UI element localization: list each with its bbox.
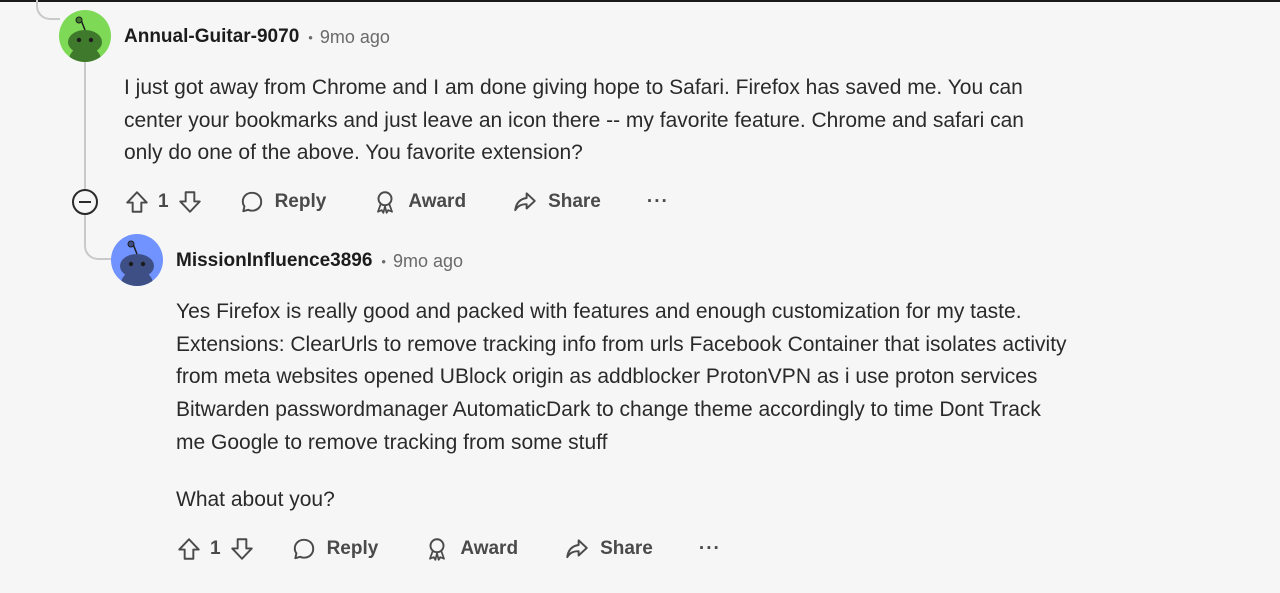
top-divider bbox=[0, 0, 1280, 2]
award-label: Award bbox=[408, 191, 467, 212]
snoo-avatar-icon bbox=[111, 234, 163, 286]
collapse-thread-button[interactable] bbox=[72, 189, 98, 215]
comment-body: Yes Firefox is really good and packed wi… bbox=[176, 296, 1256, 460]
award-icon bbox=[377, 191, 394, 214]
thread-connector-reply bbox=[84, 214, 112, 260]
award-label: Award bbox=[460, 538, 519, 559]
upvote-arrow-icon bbox=[178, 538, 200, 560]
thread-line-parent[interactable] bbox=[84, 62, 86, 190]
comment-line: Extensions: ClearUrls to remove tracking… bbox=[176, 332, 1067, 356]
share-button[interactable]: Share bbox=[564, 536, 653, 562]
reply-button[interactable]: Reply bbox=[239, 189, 327, 215]
comment-meta: Annual-Guitar-9070 • 9mo ago bbox=[124, 24, 390, 50]
downvote-button[interactable] bbox=[229, 536, 255, 562]
comment-line: What about you? bbox=[176, 488, 335, 511]
comment-line: me Google to remove tracking from some s… bbox=[176, 430, 608, 454]
timestamp[interactable]: 9mo ago bbox=[320, 27, 390, 48]
more-options-button[interactable]: ··· bbox=[647, 191, 669, 213]
downvote-button[interactable] bbox=[177, 189, 203, 215]
share-label: Share bbox=[548, 191, 601, 212]
comment-line: center your bookmarks and just leave an … bbox=[124, 108, 1024, 132]
username[interactable]: Annual-Guitar-9070 bbox=[124, 26, 299, 48]
snoo-avatar-icon bbox=[59, 10, 111, 62]
meta-separator: • bbox=[381, 253, 386, 269]
thread-connector-top bbox=[36, 0, 60, 20]
share-arrow-icon bbox=[566, 539, 588, 559]
reply-bubble-icon bbox=[241, 191, 262, 213]
comment-line: from meta websites opened UBlock origin … bbox=[176, 365, 1038, 389]
share-label: Share bbox=[600, 538, 653, 559]
comment-actions: 1 Reply Award Share ··· bbox=[176, 531, 721, 567]
share-arrow-icon bbox=[514, 192, 536, 212]
username[interactable]: MissionInfluence3896 bbox=[176, 250, 372, 272]
reply-bubble-icon bbox=[293, 538, 314, 560]
upvote-button[interactable] bbox=[176, 536, 202, 562]
reply-label: Reply bbox=[274, 191, 327, 212]
comment-line: Yes Firefox is really good and packed wi… bbox=[176, 300, 1022, 323]
share-button[interactable]: Share bbox=[512, 189, 601, 215]
comment-line: I just got away from Chrome and I am don… bbox=[124, 76, 1023, 99]
more-options-icon: ··· bbox=[646, 191, 669, 212]
vote-count: 1 bbox=[210, 538, 221, 559]
award-icon bbox=[429, 538, 446, 561]
comment-meta: MissionInfluence3896 • 9mo ago bbox=[176, 248, 463, 274]
vote-count: 1 bbox=[158, 191, 169, 212]
timestamp[interactable]: 9mo ago bbox=[393, 251, 463, 272]
more-options-icon: ··· bbox=[698, 538, 721, 559]
comment-body: I just got away from Chrome and I am don… bbox=[124, 72, 1204, 170]
comment-question: What about you? bbox=[176, 484, 1256, 517]
reply-label: Reply bbox=[326, 538, 379, 559]
downvote-arrow-icon bbox=[230, 538, 253, 560]
upvote-arrow-icon bbox=[126, 191, 148, 213]
reply-button[interactable]: Reply bbox=[291, 536, 379, 562]
minus-icon bbox=[79, 201, 91, 203]
award-button[interactable]: Award bbox=[372, 189, 466, 215]
award-button[interactable]: Award bbox=[424, 536, 518, 562]
meta-separator: • bbox=[308, 29, 313, 45]
avatar[interactable] bbox=[59, 10, 111, 62]
downvote-arrow-icon bbox=[178, 191, 201, 213]
upvote-button[interactable] bbox=[124, 189, 150, 215]
more-options-button[interactable]: ··· bbox=[699, 538, 721, 560]
comment-line: only do one of the above. You favorite e… bbox=[124, 141, 583, 165]
comment-actions: 1 Reply Award Share ··· bbox=[124, 184, 669, 220]
comment-line: Bitwarden passwordmanager AutomaticDark … bbox=[176, 398, 1041, 422]
avatar[interactable] bbox=[111, 234, 163, 286]
